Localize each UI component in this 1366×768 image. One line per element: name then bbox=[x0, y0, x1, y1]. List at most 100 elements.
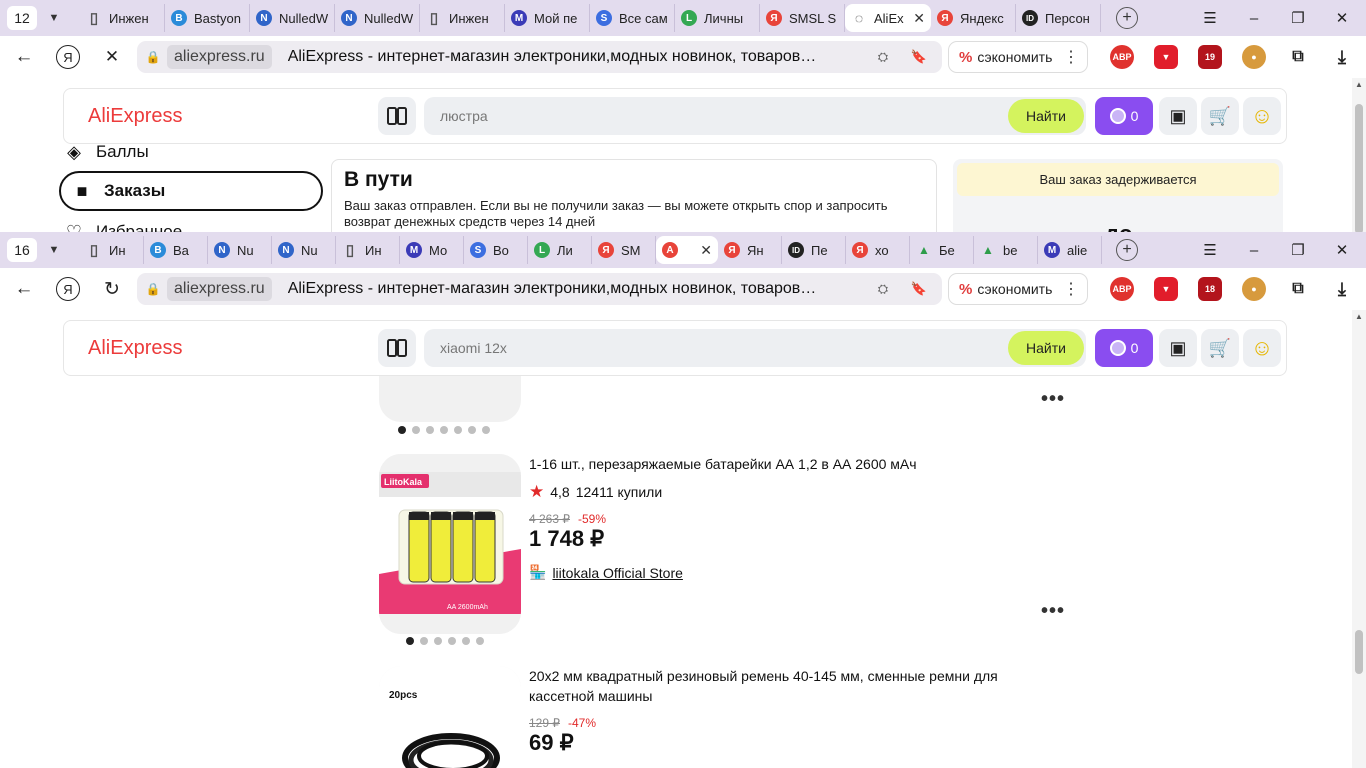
more-options-icon[interactable]: ⋮ bbox=[1063, 279, 1079, 299]
cookie-icon[interactable]: ● bbox=[1242, 45, 1266, 69]
yandex-icon[interactable]: Я bbox=[56, 277, 80, 301]
browser-tab[interactable]: M Мой пе bbox=[505, 4, 590, 32]
tab-count[interactable]: 16 bbox=[7, 238, 37, 262]
new-tab-button[interactable]: + bbox=[1116, 239, 1138, 261]
find-button[interactable]: Найти bbox=[1008, 99, 1084, 133]
close-tab-icon[interactable]: ✕ bbox=[700, 242, 712, 259]
sidebar-item-orders[interactable]: ■ Заказы bbox=[59, 171, 323, 211]
menu-icon[interactable]: ☰ bbox=[1198, 6, 1222, 30]
carousel-dot[interactable] bbox=[440, 426, 448, 434]
browser-tab[interactable]: ▯ Ин bbox=[336, 236, 400, 264]
bookmark-icon[interactable]: 🔖 bbox=[911, 49, 927, 65]
browser-tab[interactable]: ID Персон bbox=[1016, 4, 1101, 32]
restore-icon[interactable]: ❐ bbox=[1286, 238, 1310, 262]
browser-tab[interactable]: L Личны bbox=[675, 4, 760, 32]
url-field[interactable]: 🔒 aliexpress.ru AliExpress - интернет-ма… bbox=[137, 273, 942, 305]
adblock-icon[interactable]: ABP bbox=[1110, 277, 1134, 301]
translate-icon[interactable]: ⛭ bbox=[875, 281, 891, 297]
browser-tab[interactable]: Я SMSL S bbox=[760, 4, 845, 32]
scroll-up-arrow-icon[interactable]: ▲ bbox=[1355, 80, 1363, 89]
adblock-icon[interactable]: ABP bbox=[1110, 45, 1134, 69]
carousel-dot[interactable] bbox=[412, 426, 420, 434]
aliexpress-logo[interactable]: AliExpress bbox=[88, 337, 182, 360]
aliexpress-logo[interactable]: AliExpress bbox=[88, 105, 182, 128]
carousel-dot[interactable] bbox=[448, 637, 456, 645]
find-button[interactable]: Найти bbox=[1008, 331, 1084, 365]
carousel-dot[interactable] bbox=[426, 426, 434, 434]
product-title[interactable]: 20x2 мм квадратный резиновый ремень 40-1… bbox=[529, 666, 1049, 706]
scrollbar[interactable]: ▲ bbox=[1352, 310, 1366, 768]
puzzle-icon[interactable]: ⧉ bbox=[1286, 277, 1310, 301]
browser-tab[interactable]: B Ba bbox=[144, 236, 208, 264]
browser-tab[interactable]: ▯ Инжен bbox=[420, 4, 505, 32]
new-tab-button[interactable]: + bbox=[1116, 7, 1138, 29]
carousel-dot[interactable] bbox=[420, 637, 428, 645]
browser-tab[interactable]: Я Яндекс bbox=[931, 4, 1016, 32]
save-money-button[interactable]: % сэкономить ⋮ bbox=[948, 41, 1088, 73]
browser-tab[interactable]: Яхо bbox=[846, 236, 910, 264]
reload-icon[interactable]: ↻ bbox=[100, 277, 124, 301]
carousel-dot[interactable] bbox=[434, 637, 442, 645]
browser-tab[interactable]: A ✕ bbox=[656, 236, 718, 264]
browser-tab[interactable]: ▲ Бе bbox=[910, 236, 974, 264]
scrollbar-thumb[interactable] bbox=[1355, 630, 1363, 674]
scrollbar[interactable]: ▲ bbox=[1352, 78, 1366, 232]
carousel-dot[interactable] bbox=[462, 637, 470, 645]
product-title[interactable]: 1-16 шт., перезаряжаемые батарейки АА 1,… bbox=[529, 454, 1049, 474]
browser-tab[interactable]: M Мо bbox=[400, 236, 464, 264]
carousel-dot[interactable] bbox=[454, 426, 462, 434]
orders-box-icon[interactable]: ▣ bbox=[1159, 329, 1197, 367]
lock-icon[interactable]: 🔒 bbox=[146, 282, 161, 296]
download-icon[interactable]: ⤓ bbox=[1330, 45, 1354, 69]
browser-tab[interactable]: B Bastyon bbox=[165, 4, 250, 32]
back-arrow-icon[interactable]: ← bbox=[12, 45, 36, 69]
browser-tab[interactable]: L Ли bbox=[528, 236, 592, 264]
cookie-icon[interactable]: ● bbox=[1242, 277, 1266, 301]
tab-list-chevron-icon[interactable]: ▼ bbox=[44, 240, 64, 260]
carousel-dot[interactable] bbox=[406, 637, 414, 645]
shield-icon[interactable]: ▼ bbox=[1154, 45, 1178, 69]
url-field[interactable]: 🔒 aliexpress.ru AliExpress - интернет-ма… bbox=[137, 41, 942, 73]
sidebar-item-favorites[interactable]: ♡ Избранное bbox=[62, 220, 182, 233]
tab-list-chevron-icon[interactable]: ▼ bbox=[44, 8, 64, 28]
browser-tab[interactable]: ◌ AliEx ✕ bbox=[845, 4, 931, 32]
browser-tab[interactable]: S Во bbox=[464, 236, 528, 264]
restore-icon[interactable]: ❐ bbox=[1286, 6, 1310, 30]
browser-tab[interactable]: N NulledW bbox=[335, 4, 420, 32]
search-input[interactable] bbox=[440, 97, 1000, 135]
stop-loading-icon[interactable]: ✕ bbox=[100, 45, 124, 69]
product-image[interactable]: LiitoKala AA 2600mAh bbox=[379, 454, 521, 634]
profile-smile-icon[interactable]: ☺ bbox=[1243, 97, 1281, 135]
close-tab-icon[interactable]: ✕ bbox=[913, 10, 925, 27]
download-icon[interactable]: ⤓ bbox=[1330, 277, 1354, 301]
bookmark-icon[interactable]: 🔖 bbox=[911, 281, 927, 297]
extension-badge[interactable]: 19 bbox=[1198, 45, 1222, 69]
carousel-dot[interactable] bbox=[476, 637, 484, 645]
coins-button[interactable]: 0 bbox=[1095, 97, 1153, 135]
minimize-icon[interactable]: – bbox=[1242, 238, 1266, 262]
menu-icon[interactable]: ☰ bbox=[1198, 238, 1222, 262]
back-arrow-icon[interactable]: ← bbox=[12, 277, 36, 301]
cart-icon[interactable]: 🛒 bbox=[1201, 329, 1239, 367]
product-more-icon[interactable]: ••• bbox=[1041, 600, 1065, 623]
lock-icon[interactable]: 🔒 bbox=[146, 50, 161, 64]
store-link[interactable]: 🏪 liitokala Official Store bbox=[529, 564, 683, 581]
browser-tab[interactable]: ID Пе bbox=[782, 236, 846, 264]
profile-smile-icon[interactable]: ☺ bbox=[1243, 329, 1281, 367]
puzzle-icon[interactable]: ⧉ bbox=[1286, 45, 1310, 69]
minimize-icon[interactable]: – bbox=[1242, 6, 1266, 30]
carousel-dot[interactable] bbox=[482, 426, 490, 434]
browser-tab[interactable]: S Все сам bbox=[590, 4, 675, 32]
close-window-icon[interactable]: ✕ bbox=[1330, 6, 1354, 30]
browser-tab[interactable]: Я SM bbox=[592, 236, 656, 264]
more-options-icon[interactable]: ⋮ bbox=[1063, 47, 1079, 67]
product-image[interactable] bbox=[379, 376, 521, 422]
browser-tab[interactable]: ▯ Ин bbox=[80, 236, 144, 264]
close-window-icon[interactable]: ✕ bbox=[1330, 238, 1354, 262]
shield-icon[interactable]: ▼ bbox=[1154, 277, 1178, 301]
browser-tab[interactable]: N Nu bbox=[208, 236, 272, 264]
store-name[interactable]: liitokala Official Store bbox=[552, 565, 682, 581]
scrollbar-thumb[interactable] bbox=[1355, 104, 1363, 232]
browser-tab[interactable]: N NulledW bbox=[250, 4, 335, 32]
browser-tab[interactable]: ▯ Инжен bbox=[80, 4, 165, 32]
